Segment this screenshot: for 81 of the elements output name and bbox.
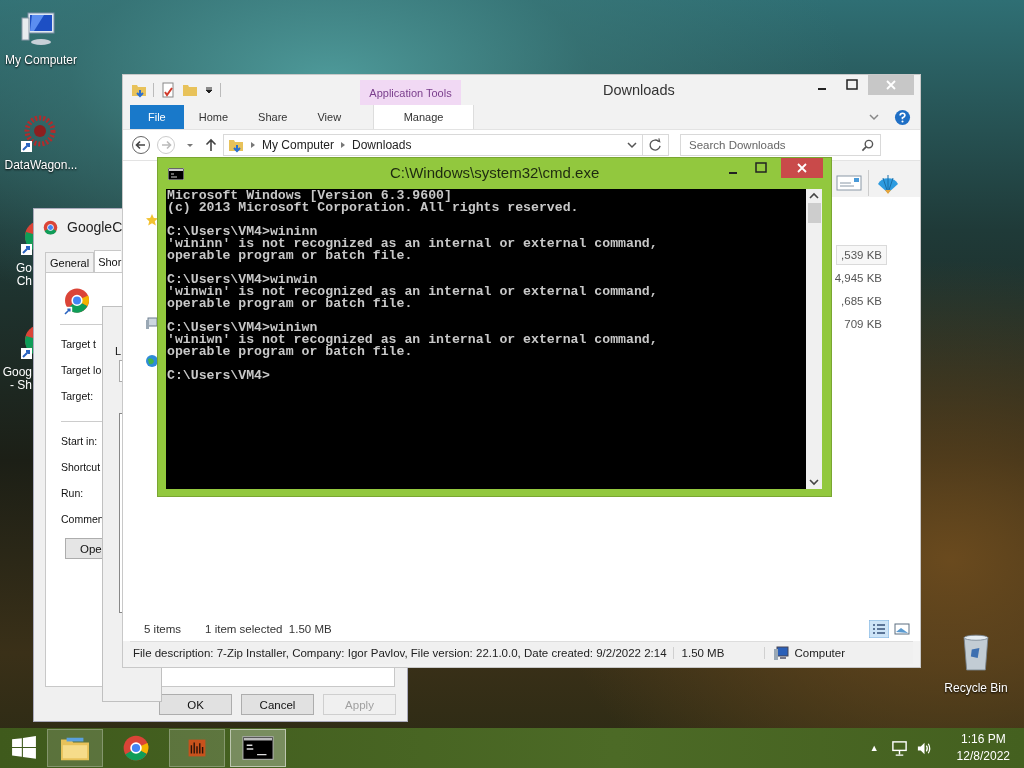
- contextual-tab-group: Application Tools: [360, 80, 461, 105]
- windows-logo-icon[interactable]: [11, 735, 37, 761]
- console-line: 'winwin' is not recognized as an internal or external command,: [167, 286, 659, 298]
- scrollbar[interactable]: [806, 189, 822, 489]
- network-icon[interactable]: [890, 739, 908, 757]
- desktop-icon-label[interactable]: Goog - Sh: [1, 366, 32, 392]
- file-size-cell[interactable]: ,685 KB: [836, 291, 887, 311]
- ribbon-tab[interactable]: File: [130, 105, 184, 129]
- globe-icon[interactable]: [145, 354, 159, 368]
- properties-icon[interactable]: [160, 82, 176, 98]
- console-line: C:\Users\VM4>wininn: [167, 226, 318, 238]
- console-line: 'wininn' is not recognized as an internal or external command,: [167, 238, 659, 250]
- dialog-button[interactable]: Cancel: [241, 694, 314, 715]
- customize-caret-icon[interactable]: [204, 85, 214, 95]
- dialog-tab[interactable]: Shor: [94, 250, 122, 272]
- star-icon[interactable]: [145, 213, 159, 227]
- console-line: 'winiwn' is not recognized as an internal or external command,: [167, 334, 659, 346]
- show-hidden-icons-button[interactable]: ▲: [869, 743, 879, 753]
- search-field[interactable]: Search Downloads: [680, 134, 881, 156]
- field-label: Start in:: [61, 434, 98, 448]
- desktop-icon-label[interactable]: Go Ch: [1, 262, 32, 288]
- scrollbar-thumb[interactable]: [807, 203, 821, 223]
- desktop-icon-label[interactable]: DataWagon...: [4, 159, 78, 172]
- console-line: operable program or batch file.: [167, 298, 414, 310]
- location-label: Computer: [794, 647, 846, 659]
- dialog-button[interactable]: OK: [159, 694, 232, 715]
- dropdown-caret-icon[interactable]: [626, 139, 638, 151]
- console-line: operable program or batch file.: [167, 346, 414, 358]
- desktop-icon-label[interactable]: My Computer: [5, 54, 77, 67]
- ribbon-tab[interactable]: Manage: [373, 105, 475, 129]
- ribbon-tab[interactable]: Home: [183, 105, 244, 129]
- back-icon[interactable]: [131, 135, 151, 155]
- breadcrumb-arrow-icon[interactable]: [249, 140, 257, 150]
- console-icon: [168, 168, 184, 180]
- close-button[interactable]: [781, 158, 823, 178]
- console-icon: [242, 734, 274, 762]
- console-line: (c) 2013 Microsoft Corporation. All rights reserved.: [167, 202, 580, 214]
- file-size-cell[interactable]: ,539 KB: [836, 245, 887, 265]
- computer-icon[interactable]: [145, 316, 159, 330]
- dialog-tab[interactable]: General: [45, 252, 95, 272]
- file-size-cell[interactable]: 4,945 KB: [829, 268, 887, 288]
- field-label: L: [115, 345, 122, 358]
- ribbon-tab[interactable]: View: [302, 105, 357, 129]
- console-line: operable program or batch file.: [167, 250, 414, 262]
- ribbon-tab[interactable]: Share: [243, 105, 303, 129]
- field-label: Target lo: [61, 363, 102, 377]
- item-count: 5 items: [144, 623, 182, 635]
- address-bar[interactable]: My Computer Downloads: [223, 134, 643, 156]
- console-line: Microsoft Windows [Version 6.3.9600]: [167, 190, 453, 202]
- folder-icon: [228, 137, 244, 153]
- flower-icon[interactable]: [18, 115, 58, 155]
- field-label: Target:: [61, 389, 94, 403]
- help-icon[interactable]: [894, 108, 911, 126]
- selection-info: 1 item selected 1.50 MB: [205, 623, 332, 635]
- console-line: C:\Users\VM4>: [167, 370, 271, 382]
- folder-icon[interactable]: [131, 82, 147, 98]
- breadcrumb-item[interactable]: Downloads: [352, 138, 412, 152]
- search-icon: [861, 138, 874, 152]
- preview-pane-icon[interactable]: [836, 174, 862, 192]
- up-arrow-icon[interactable]: [204, 138, 218, 152]
- computer-icon: [772, 645, 789, 661]
- field-label: Target t: [61, 337, 97, 351]
- file-description: File description: 7-Zip Installer, Company: Igor Pavlov, File version: 22.1.0.0, Date created: 9/2/2022 2:14: [133, 647, 674, 659]
- console-line: C:\Users\VM4>winwin: [167, 274, 318, 286]
- file-size-cell[interactable]: 709 KB: [839, 314, 887, 334]
- clock[interactable]: 1:16 PM 12/8/2022: [956, 731, 1010, 765]
- field-label: Shortcut: [61, 460, 101, 474]
- desktop-icon-label[interactable]: Recycle Bin: [944, 681, 1008, 695]
- taskbar-button[interactable]: [230, 729, 286, 767]
- dialog-title: GoogleC: [67, 219, 123, 235]
- details-view-icon[interactable]: [869, 620, 889, 638]
- large-icons-view-icon[interactable]: [892, 620, 912, 638]
- console-line: C:\Users\VM4>winiwn: [167, 322, 318, 334]
- field-label: Run:: [61, 486, 84, 500]
- chrome-icon: [42, 218, 59, 236]
- window-title: C:\Windows\system32\cmd.exe: [390, 164, 600, 181]
- window-title: Downloads: [603, 82, 675, 98]
- breadcrumb-item[interactable]: My Computer: [262, 138, 335, 152]
- file-size: 1.50 MB: [673, 647, 765, 659]
- refresh-icon[interactable]: [643, 134, 669, 156]
- expand-ribbon-icon[interactable]: [868, 111, 880, 123]
